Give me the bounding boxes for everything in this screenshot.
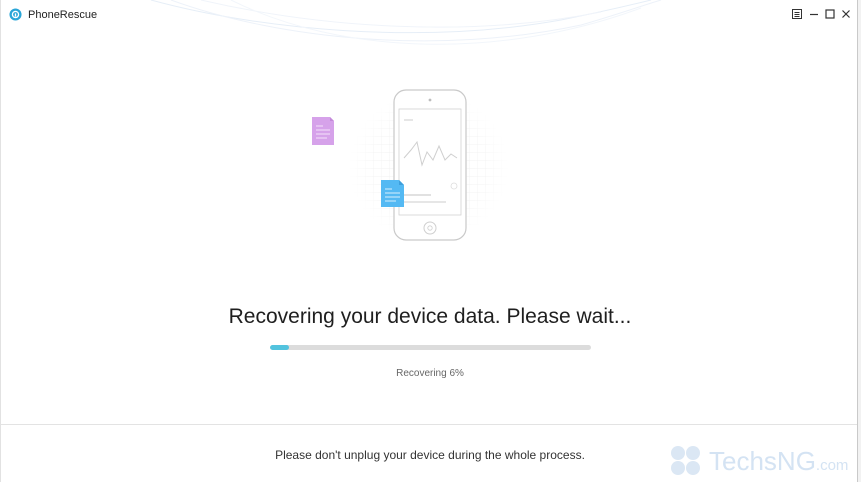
device-recovery-illustration <box>312 89 509 242</box>
menu-icon <box>792 9 802 19</box>
app-title: PhoneRescue <box>28 9 98 21</box>
recovery-status-title: Recovering your device data. Please wait… <box>228 305 632 328</box>
phonerescue-logo-icon <box>9 8 22 21</box>
blue-file-icon <box>381 180 404 207</box>
watermark-suffix: .com <box>815 457 849 474</box>
phone-icon <box>393 89 467 241</box>
menu-button[interactable] <box>790 7 804 21</box>
recovery-progress-bar <box>270 345 591 350</box>
purple-file-icon <box>312 117 334 145</box>
watermark-brand: TechsNG <box>709 446 816 476</box>
footer-divider <box>1 424 857 425</box>
close-icon <box>842 10 850 18</box>
maximize-button[interactable] <box>823 7 837 21</box>
progress-label: Recovering 6% <box>396 368 464 379</box>
maximize-icon <box>825 9 835 19</box>
close-button[interactable] <box>839 7 853 21</box>
watermark-logo-icon <box>671 446 700 475</box>
app-window: PhoneRescue Recovering your device data.… <box>0 0 858 482</box>
minimize-button[interactable] <box>807 7 821 21</box>
minimize-icon <box>810 13 818 16</box>
title-bar[interactable]: PhoneRescue <box>1 0 857 30</box>
progress-fill <box>270 345 290 350</box>
watermark: TechsNG.com <box>669 444 849 480</box>
